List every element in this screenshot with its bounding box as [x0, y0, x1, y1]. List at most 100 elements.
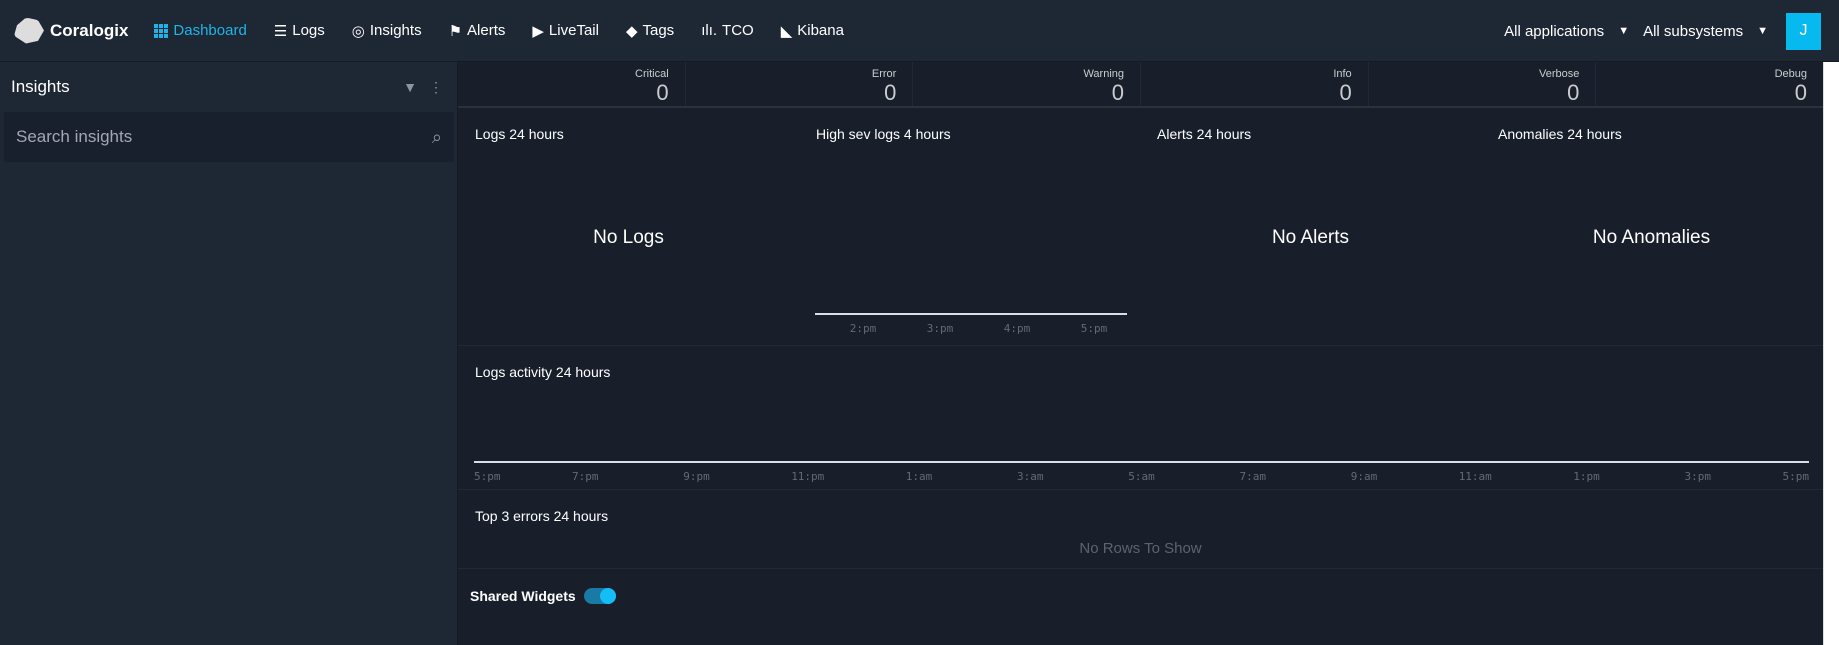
- tick-label: 7:pm: [572, 470, 599, 483]
- kibana-icon: ◣: [780, 22, 793, 40]
- shared-widgets-label: Shared Widgets: [470, 588, 576, 604]
- subsystems-select[interactable]: All subsystems ▼: [1643, 23, 1768, 40]
- nav-label: Insights: [369, 22, 422, 39]
- stat-value: 0: [1567, 80, 1580, 105]
- search-input[interactable]: [16, 127, 396, 147]
- tick-label: 1:pm: [1573, 470, 1600, 483]
- more-vert-icon[interactable]: ⋮: [429, 79, 443, 96]
- x-axis: [815, 313, 1127, 315]
- insights-sidebar: Insights ▼ ⋮ ⌕: [0, 62, 458, 645]
- stat-verbose: Verbose 0: [1369, 62, 1597, 106]
- anomalies-widget: Anomalies 24 hours No Anomalies: [1481, 108, 1822, 346]
- applications-select[interactable]: All applications ▼: [1504, 23, 1629, 40]
- widget-title: High sev logs 4 hours: [816, 126, 951, 142]
- stat-label: Info: [1333, 68, 1352, 80]
- tick-label: 1:am: [905, 470, 933, 483]
- dashboard-main: Critical 0 Error 0 Warning 0 Info 0 Verbose 0…: [458, 62, 1823, 645]
- applications-value: All applications: [1504, 22, 1605, 40]
- tick-label: 5:pm: [1080, 322, 1108, 335]
- widget-title: Top 3 errors 24 hours: [475, 508, 609, 524]
- stat-value: 0: [1111, 80, 1125, 105]
- subsystems-value: All subsystems: [1643, 22, 1744, 40]
- shared-widgets: Shared Widgets: [470, 588, 616, 604]
- stat-value: 0: [656, 80, 669, 105]
- tick-label: 5:pm: [474, 470, 501, 483]
- tag-icon: ◆: [625, 22, 638, 40]
- brand-name: Coralogix: [50, 20, 129, 40]
- play-icon: ▶: [532, 22, 544, 40]
- nav-label: Kibana: [797, 22, 844, 39]
- flag-icon: ⚑: [448, 22, 463, 40]
- widget-title: Alerts 24 hours: [1157, 126, 1252, 142]
- empty-message: No Alerts: [1271, 227, 1350, 248]
- bar-chart-icon: ılı.: [701, 22, 718, 39]
- stat-critical: Critical 0: [458, 62, 686, 106]
- tick-label: 11:am: [1458, 470, 1492, 483]
- nav-tags[interactable]: ◆ Tags: [626, 22, 674, 40]
- logs-widget: Logs 24 hours No Logs: [458, 108, 799, 346]
- stat-label: Debug: [1774, 68, 1808, 80]
- nav-tco[interactable]: ılı. TCO: [701, 22, 754, 39]
- target-icon: ◎: [351, 22, 365, 40]
- database-icon: ☰: [273, 22, 288, 40]
- nav-alerts[interactable]: ⚑ Alerts: [449, 22, 506, 40]
- sidebar-title: Insights: [11, 77, 70, 96]
- stat-warning: Warning 0: [913, 62, 1142, 106]
- tick-label: 2:pm: [849, 322, 877, 335]
- stat-value: 0: [884, 80, 897, 105]
- nav-label: LiveTail: [548, 22, 599, 39]
- tick-label: 11:pm: [791, 470, 825, 483]
- nav-dashboard[interactable]: Dashboard: [154, 22, 247, 39]
- empty-message: No Rows To Show: [1079, 540, 1202, 557]
- tick-label: 5:pm: [1782, 470, 1810, 483]
- stat-label: Verbose: [1538, 68, 1580, 80]
- brand-logo[interactable]: Coralogix: [14, 17, 129, 44]
- tick-label: 4:pm: [1003, 322, 1031, 335]
- nav-insights[interactable]: ◎ Insights: [352, 22, 422, 40]
- tick-label: 9:pm: [683, 470, 710, 483]
- grid-icon: [154, 23, 169, 38]
- stat-debug: Debug 0: [1596, 62, 1823, 106]
- tick-label: 3:am: [1017, 470, 1044, 483]
- severity-stats: Critical 0 Error 0 Warning 0 Info 0 Verbose 0…: [458, 62, 1823, 108]
- alerts-widget: Alerts 24 hours No Alerts: [1140, 108, 1481, 346]
- search-icon[interactable]: ⌕: [432, 127, 442, 148]
- tick-label: 3:pm: [1684, 470, 1712, 483]
- caret-down-icon: ▼: [1618, 25, 1630, 37]
- logs-activity-widget: Logs activity 24 hours 5:pm 7:pm 9:pm 11:pm…: [458, 346, 1823, 490]
- widget-title: Logs 24 hours: [475, 126, 564, 142]
- user-avatar[interactable]: J: [1786, 12, 1821, 50]
- nav-logs[interactable]: ☰ Logs: [274, 22, 325, 40]
- caret-down-icon: ▼: [1757, 25, 1768, 37]
- nav-kibana[interactable]: ◣ Kibana: [781, 22, 844, 40]
- tick-label: 7:am: [1239, 470, 1267, 483]
- toggle-knob: [599, 588, 616, 604]
- widget-title: Anomalies 24 hours: [1498, 126, 1622, 142]
- top-nav: Coralogix Dashboard ☰ Logs ◎ Insights ⚑ Ale…: [0, 0, 1839, 62]
- stat-label: Error: [871, 68, 897, 80]
- high-sev-widget: High sev logs 4 hours 2:pm 3:pm 4:pm 5:p…: [799, 108, 1140, 346]
- top-errors-widget: Top 3 errors 24 hours No Rows To Show: [458, 490, 1823, 569]
- widget-title: Logs activity 24 hours: [475, 364, 611, 380]
- search-box: ⌕: [4, 112, 454, 162]
- nav-label: Tags: [642, 22, 675, 39]
- nav-label: Logs: [292, 22, 325, 39]
- tick-label: 5:am: [1128, 470, 1155, 483]
- stat-error: Error 0: [686, 62, 914, 106]
- empty-message: No Anomalies: [1592, 227, 1711, 248]
- x-axis: [474, 461, 1809, 463]
- brain-logo-icon: [14, 17, 44, 44]
- stat-value: 0: [1339, 80, 1352, 105]
- empty-message: No Logs: [593, 227, 664, 248]
- shared-widgets-toggle[interactable]: [583, 588, 616, 604]
- stat-label: Critical: [635, 68, 669, 80]
- nav-label: Dashboard: [173, 22, 247, 39]
- stat-value: 0: [1794, 80, 1808, 105]
- nav-livetail[interactable]: ▶ LiveTail: [532, 22, 599, 40]
- stat-info: Info 0: [1141, 62, 1369, 106]
- scrollbar[interactable]: [1823, 62, 1839, 645]
- nav-label: TCO: [722, 22, 754, 39]
- stat-label: Warning: [1083, 68, 1125, 80]
- nav-label: Alerts: [467, 22, 506, 39]
- filter-icon[interactable]: ▼: [403, 79, 417, 96]
